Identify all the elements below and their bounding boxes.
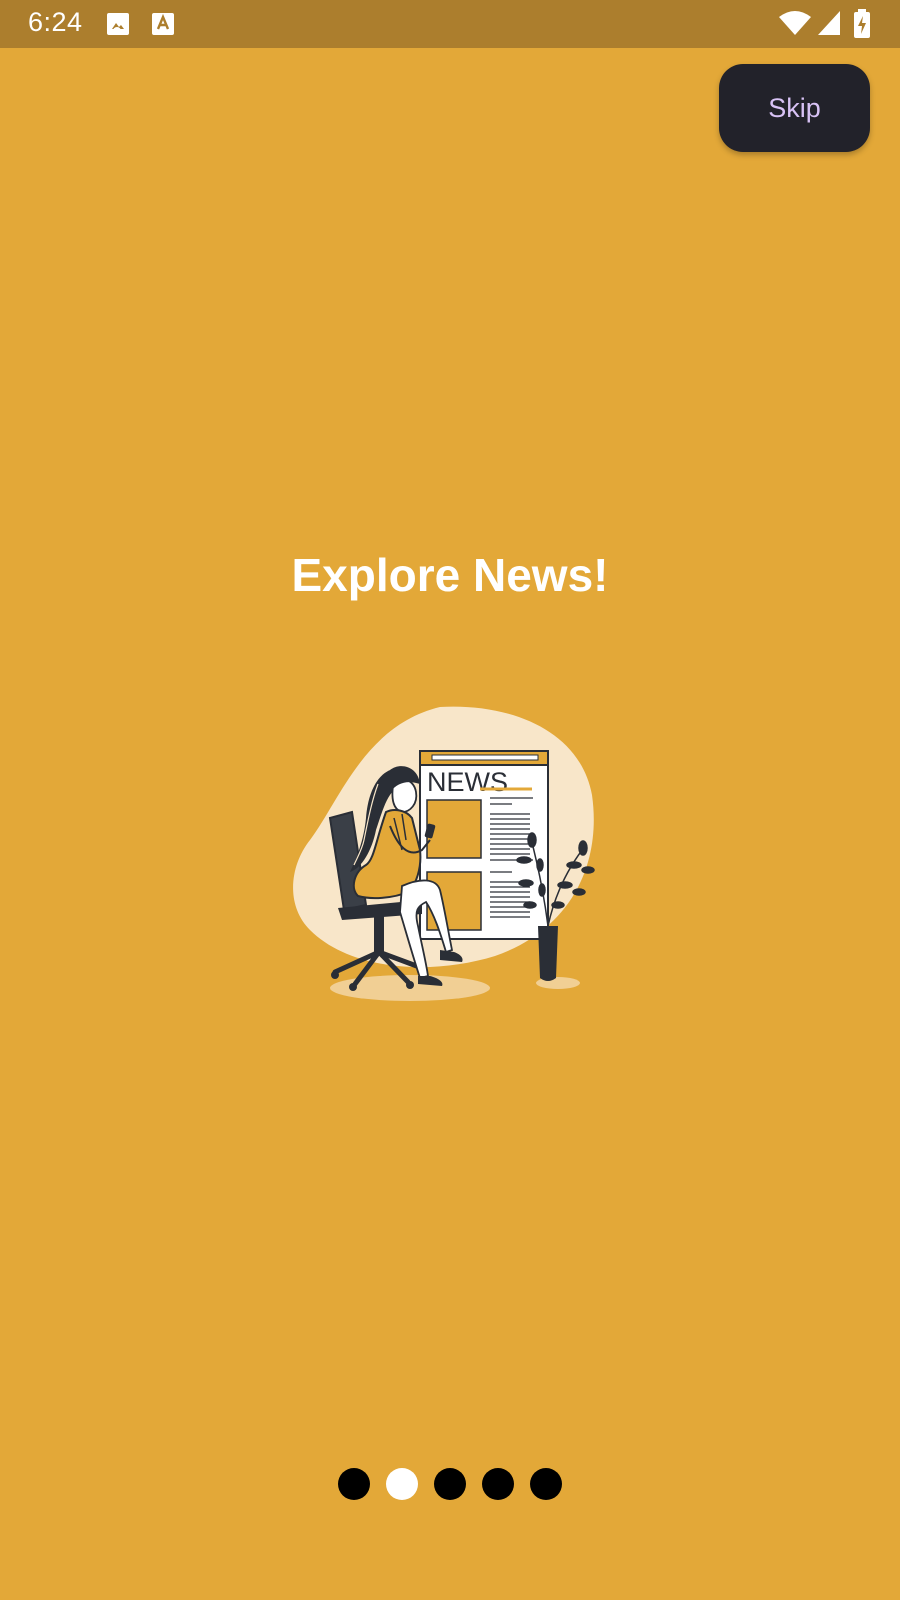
- status-time: 6:24: [28, 7, 83, 37]
- page-title: Explore News!: [291, 549, 609, 601]
- page-dot[interactable]: [482, 1468, 514, 1500]
- page-dot[interactable]: [530, 1468, 562, 1500]
- battery-charging-icon: [854, 9, 870, 38]
- cell-signal-icon: [818, 11, 840, 35]
- woman-reading-news-illustration: NEWS: [293, 706, 595, 1001]
- page-dot[interactable]: [386, 1468, 418, 1500]
- image-notification-icon: [107, 13, 129, 35]
- text-a-notification-icon: [152, 13, 174, 35]
- wifi-icon: [779, 11, 811, 35]
- page-dot[interactable]: [338, 1468, 370, 1500]
- page-indicator: [0, 1468, 900, 1502]
- skip-button[interactable]: Skip: [719, 64, 870, 152]
- status-bar: 6:24: [0, 0, 900, 48]
- page-dot[interactable]: [434, 1468, 466, 1500]
- newspaper-heading: NEWS: [427, 767, 508, 797]
